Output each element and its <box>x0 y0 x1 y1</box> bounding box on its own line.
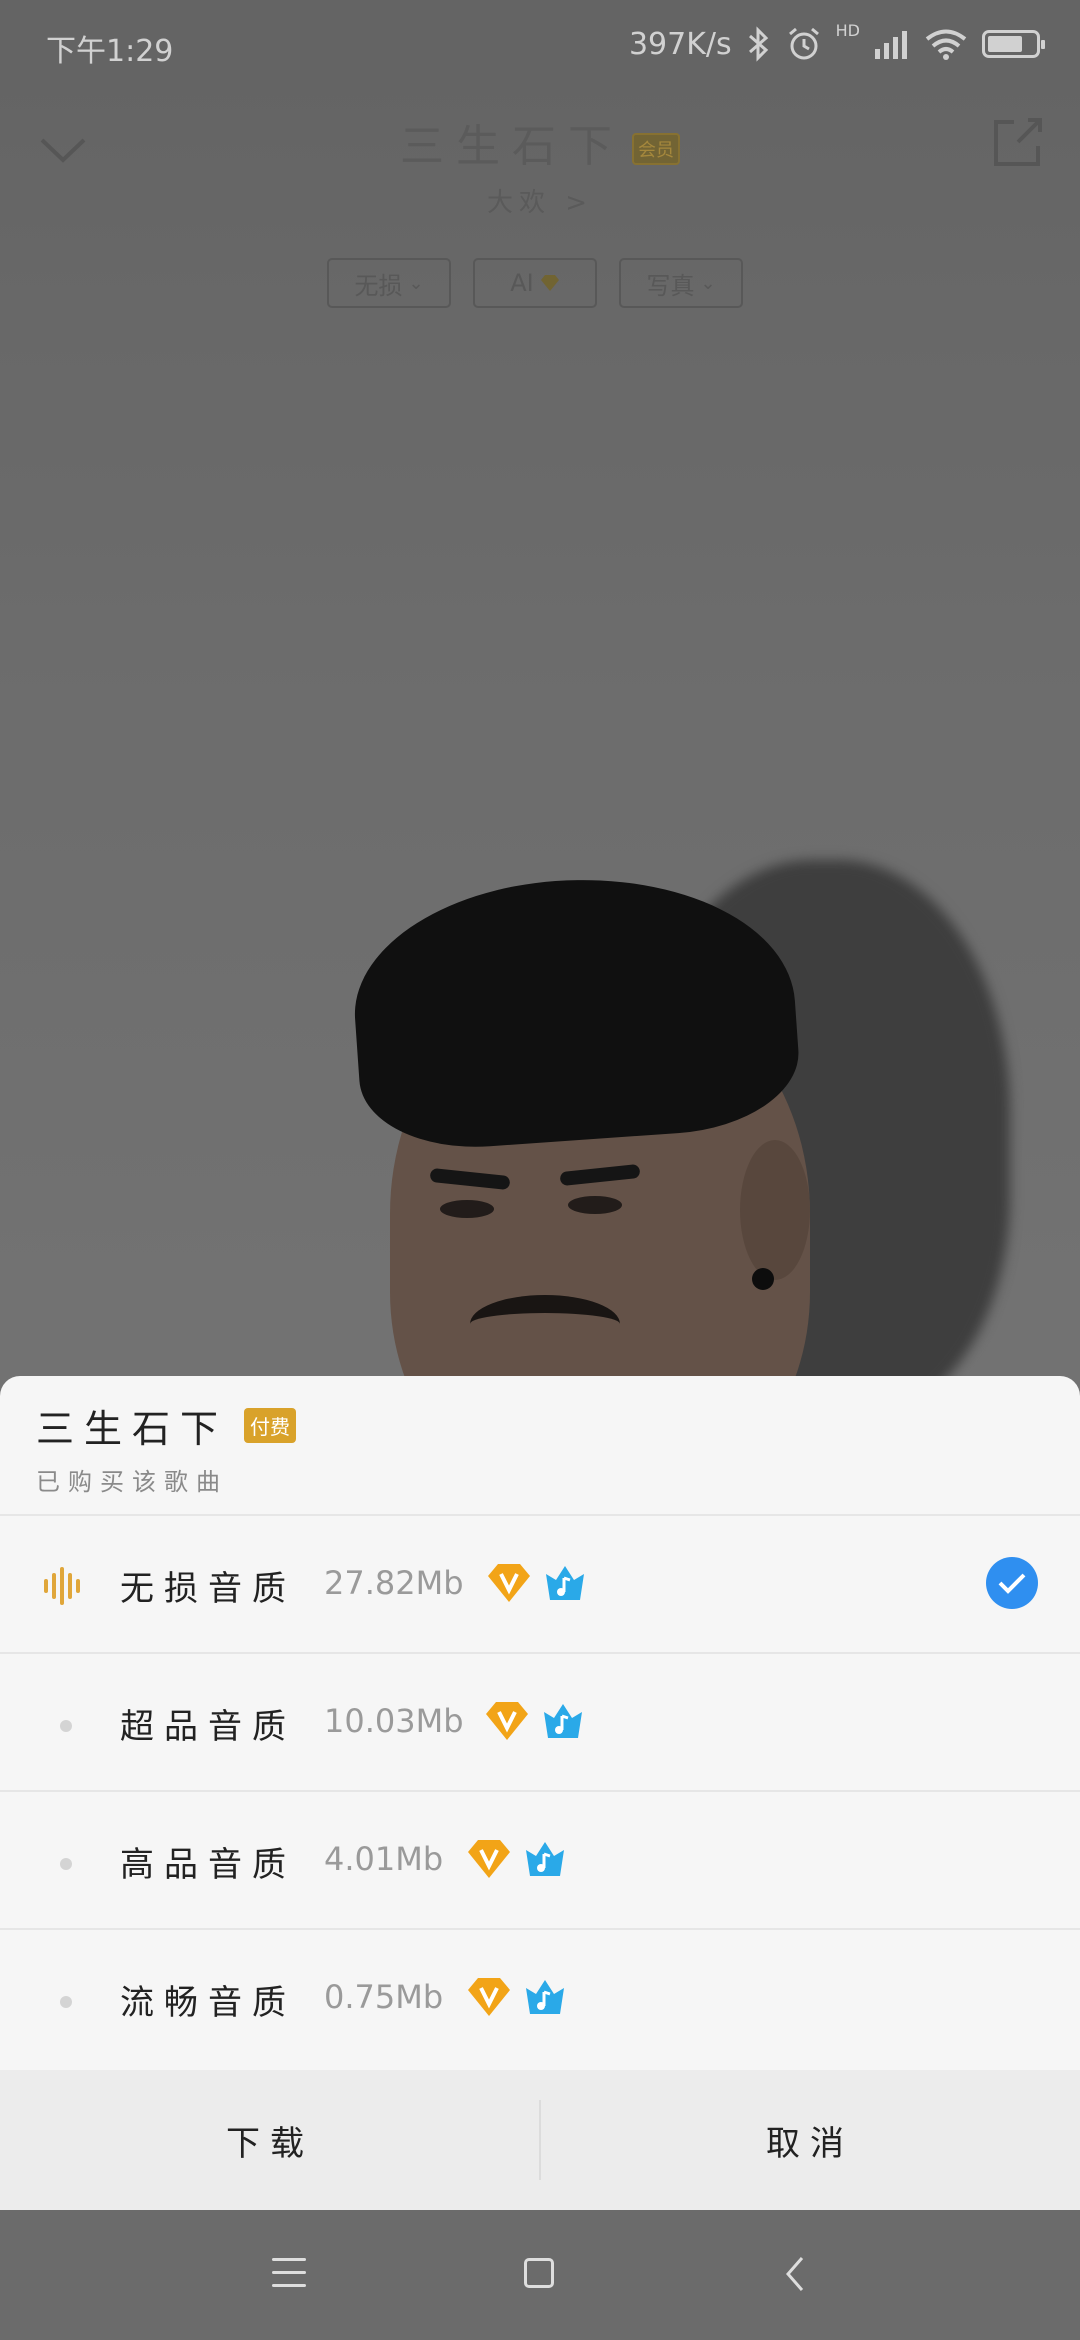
check-icon <box>986 1557 1038 1609</box>
quality-size: 10.03Mb <box>324 1702 464 1740</box>
quality-label: 超品音质 <box>120 1707 296 1747</box>
home-icon[interactable] <box>524 2258 554 2288</box>
sheet-title: 三生石下 付费 <box>36 1398 297 1453</box>
quality-label: 无损音质 <box>120 1569 296 1609</box>
vip-diamond-icon <box>468 1840 510 1878</box>
sheet-title-text: 三生石下 <box>36 1407 229 1451</box>
quality-option-smooth[interactable]: 流畅音质 0.75Mb <box>0 1930 1080 2068</box>
download-button[interactable]: 下载 <box>0 2070 540 2210</box>
music-package-icon <box>544 1704 582 1738</box>
music-package-icon <box>526 1980 564 2014</box>
unselected-dot <box>60 1720 72 1732</box>
quality-size: 0.75Mb <box>324 1978 444 2016</box>
quality-option-lossless[interactable]: 无损音质 27.82Mb <box>0 1516 1080 1654</box>
quality-label: 高品音质 <box>120 1845 296 1885</box>
badges <box>466 1838 568 1880</box>
divider <box>539 2100 541 2180</box>
quality-size: 27.82Mb <box>324 1564 464 1602</box>
unselected-dot <box>60 1858 72 1870</box>
action-bar: 下载 取消 <box>0 2070 1080 2210</box>
badges <box>484 1700 586 1742</box>
music-package-icon <box>546 1566 584 1600</box>
system-nav-bar <box>0 2210 1080 2340</box>
quality-option-super[interactable]: 超品音质 10.03Mb <box>0 1654 1080 1792</box>
music-package-icon <box>526 1842 564 1876</box>
badges <box>486 1562 588 1604</box>
back-icon[interactable] <box>780 2254 810 2294</box>
recent-apps-icon[interactable] <box>272 2258 306 2288</box>
vip-diamond-icon <box>488 1564 530 1602</box>
paid-tag: 付费 <box>244 1408 297 1443</box>
quality-size: 4.01Mb <box>324 1840 444 1878</box>
vip-diamond-icon <box>486 1702 528 1740</box>
quality-sheet: 三生石下 付费 已购买该歌曲 无损音质 27.82Mb 超品音质 10.03Mb… <box>0 1376 1080 2210</box>
quality-option-high[interactable]: 高品音质 4.01Mb <box>0 1792 1080 1930</box>
purchase-status: 已购买该歌曲 <box>36 1468 228 1496</box>
vip-diamond-icon <box>468 1978 510 2016</box>
quality-label: 流畅音质 <box>120 1983 296 2023</box>
cancel-button[interactable]: 取消 <box>540 2070 1080 2210</box>
unselected-dot <box>60 1996 72 2008</box>
badges <box>466 1976 568 2018</box>
playing-wave-icon <box>44 1566 86 1606</box>
